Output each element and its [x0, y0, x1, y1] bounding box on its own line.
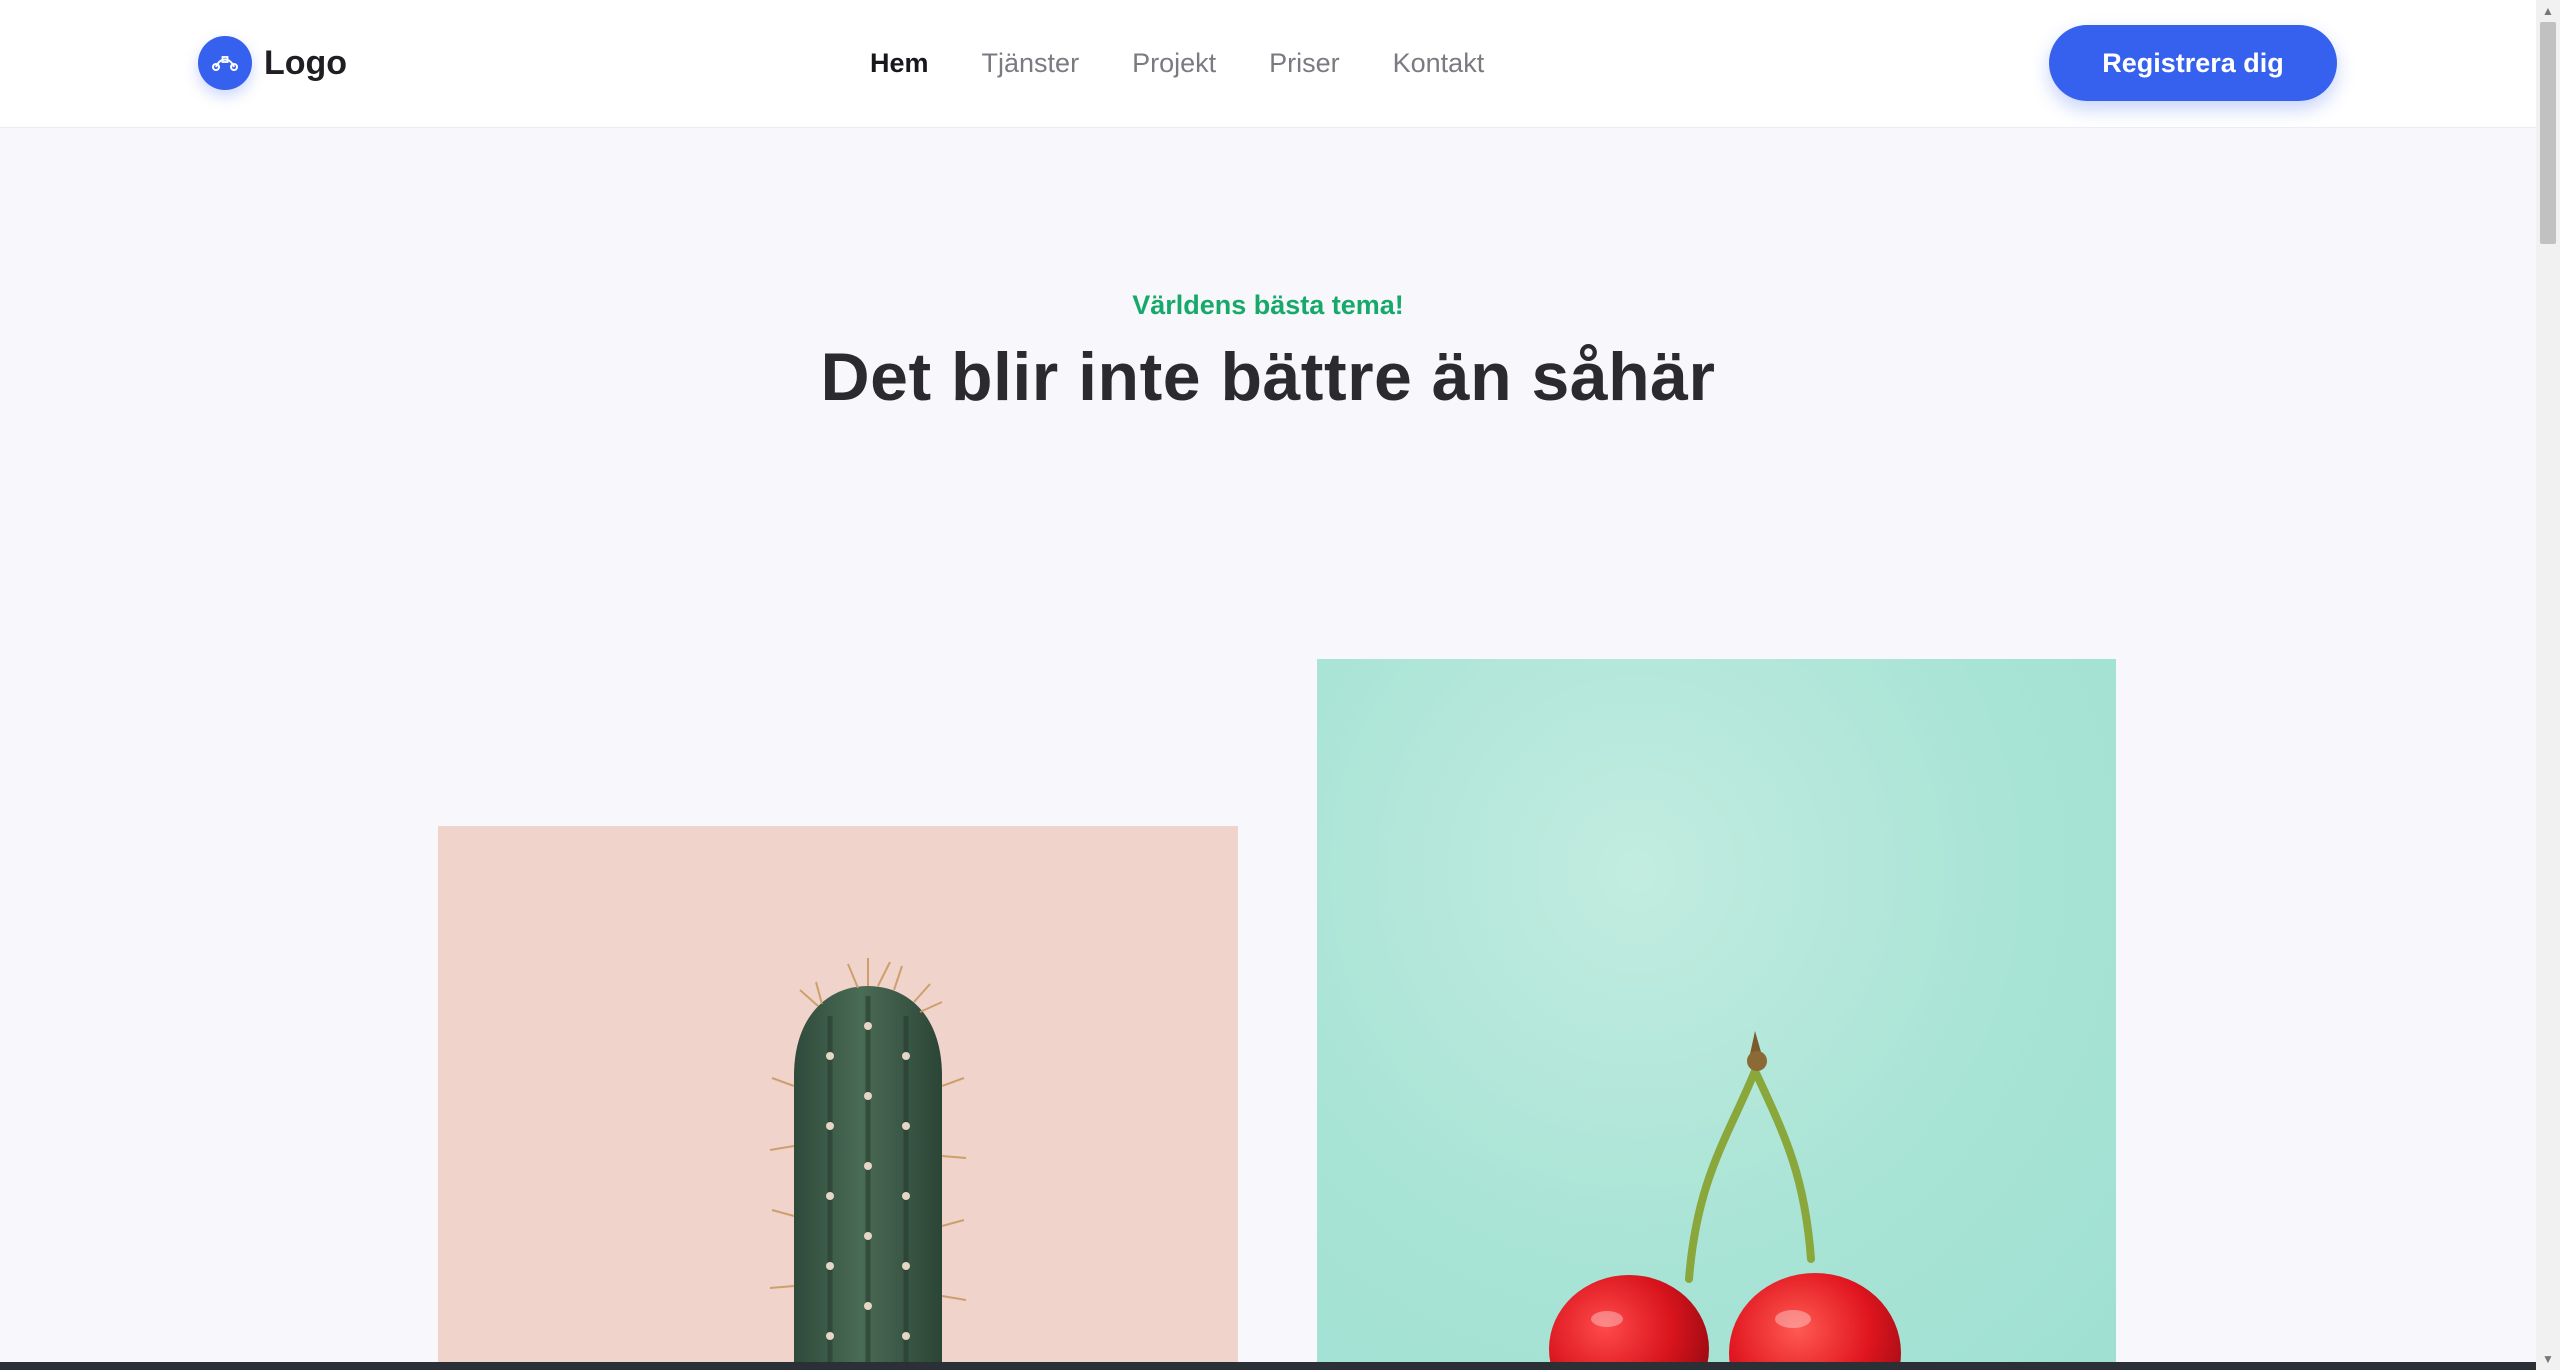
bezier-curve-icon	[198, 36, 252, 90]
nav-item-hem[interactable]: Hem	[870, 48, 929, 79]
scroll-thumb[interactable]	[2540, 22, 2556, 244]
scroll-up-arrow-icon[interactable]: ▲	[2536, 0, 2560, 22]
main-nav: Hem Tjänster Projekt Priser Kontakt	[870, 43, 1484, 83]
vertical-scrollbar[interactable]: ▲ ▼	[2536, 0, 2560, 1370]
hero-headline: Det blir inte bättre än såhär	[820, 339, 1716, 415]
logo[interactable]: Logo	[198, 36, 347, 90]
nav-item-priser[interactable]: Priser	[1269, 48, 1340, 79]
site-header: Logo Hem Tjänster Projekt Priser Kontakt…	[0, 0, 2536, 128]
nav-item-tjanster[interactable]: Tjänster	[982, 48, 1080, 79]
bottom-strip	[0, 1362, 2536, 1370]
cactus-photo	[438, 826, 1238, 1366]
scroll-down-arrow-icon[interactable]: ▼	[2536, 1348, 2560, 1370]
nav-item-kontakt[interactable]: Kontakt	[1393, 48, 1485, 79]
signup-button[interactable]: Registrera dig	[2049, 25, 2337, 101]
logo-text: Logo	[264, 43, 348, 82]
cherries-photo	[1317, 659, 2116, 1366]
hero-eyebrow: Världens bästa tema!	[1132, 290, 1404, 320]
nav-item-projekt[interactable]: Projekt	[1132, 48, 1216, 79]
